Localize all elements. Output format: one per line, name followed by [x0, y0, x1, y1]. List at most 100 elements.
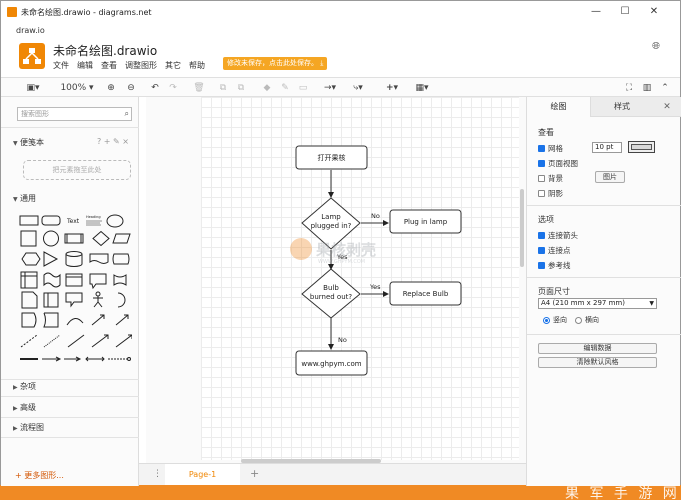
- waypoints-icon[interactable]: ⤷▾: [347, 81, 369, 95]
- textbox-lines: [86, 220, 102, 226]
- arc-shape: [117, 292, 126, 308]
- page-view-checkbox[interactable]: 页面视图: [538, 158, 578, 169]
- connector-end: [127, 357, 131, 361]
- search-input[interactable]: 搜索图形 ⌕: [17, 107, 132, 121]
- corner-watermark: 果 军 手 游 网: [565, 486, 680, 500]
- pages-menu-icon[interactable]: ⋮: [153, 469, 162, 479]
- section-flowchart[interactable]: ▶ 流程图: [13, 422, 44, 433]
- node-action2[interactable]: Replace Bulb: [389, 281, 462, 306]
- vertical-scrollbar[interactable]: [520, 189, 524, 267]
- fullscreen-icon[interactable]: ⛶: [623, 81, 635, 95]
- landscape-radio[interactable]: 横向: [575, 315, 599, 325]
- clear-default-style-button[interactable]: 清除默认风格: [538, 357, 657, 368]
- diagram-canvas[interactable]: 打开果核 Lamp plugged in? Plug in lamp Bulb bu…: [146, 97, 526, 463]
- zoom-select[interactable]: 100% ▾: [59, 81, 95, 95]
- to-front-icon[interactable]: ⧉: [217, 81, 229, 95]
- dashed-line-shape: [20, 334, 38, 348]
- search-icon[interactable]: ⌕: [125, 108, 129, 120]
- shadow-icon[interactable]: ▭: [297, 81, 309, 95]
- menu-extras[interactable]: 其它: [165, 60, 181, 71]
- ellipse-shape: [106, 214, 124, 228]
- chevron-right-icon: ▶: [13, 405, 18, 412]
- speech-bubble-shape: [65, 292, 83, 308]
- more-shapes-button[interactable]: + 更多图形...: [15, 470, 64, 481]
- redo-icon[interactable]: ↷: [167, 81, 179, 95]
- watermark-url: WWW.GHPYM.COM: [318, 259, 365, 265]
- tab-page-1[interactable]: Page-1: [165, 464, 240, 485]
- collapse-icon[interactable]: ⌃: [659, 81, 671, 95]
- section-misc[interactable]: ▶ 杂项: [13, 381, 36, 392]
- guides-checkbox[interactable]: 参考线: [538, 260, 571, 271]
- section-scratchpad[interactable]: ▼ 便笺本: [13, 137, 44, 148]
- menu-arrange[interactable]: 调整图形: [125, 60, 157, 71]
- background-checkbox[interactable]: 背景: [538, 173, 563, 184]
- checkbox-checked-icon: [538, 232, 545, 239]
- portrait-radio[interactable]: 竖向: [543, 315, 567, 325]
- bidirectional-arrow-shape: [91, 314, 105, 326]
- background-image-button[interactable]: 图片: [595, 171, 625, 183]
- zoom-out-icon[interactable]: ⊖: [125, 81, 137, 95]
- undo-icon[interactable]: ↶: [149, 81, 161, 95]
- guides-label: 参考线: [548, 261, 571, 270]
- maximize-icon[interactable]: ☐: [618, 5, 632, 19]
- node-end[interactable]: www.ghpym.com: [295, 350, 368, 376]
- section-advanced[interactable]: ▶ 高级: [13, 402, 36, 413]
- diagram-page[interactable]: 打开果核 Lamp plugged in? Plug in lamp Bulb bu…: [201, 97, 519, 460]
- scratchpad-drop-zone[interactable]: 把元素拖至此处: [23, 160, 131, 180]
- curve-shape: [66, 318, 84, 326]
- minimize-icon[interactable]: —: [589, 5, 603, 19]
- document-shape: [89, 253, 109, 264]
- insert-icon[interactable]: +▾: [381, 81, 403, 95]
- grid-checkbox[interactable]: 网格: [538, 143, 563, 154]
- shadow-checkbox[interactable]: 阴影: [538, 188, 563, 199]
- globe-icon[interactable]: 🌐︎: [652, 41, 660, 52]
- scratchpad-tools[interactable]: ? + ✎ ×: [97, 137, 129, 146]
- menu-help[interactable]: 帮助: [189, 60, 205, 71]
- misc-label: 杂项: [20, 382, 36, 391]
- cylinder-shape: [65, 251, 83, 267]
- zoom-in-icon[interactable]: ⊕: [105, 81, 117, 95]
- flowchart-diagram[interactable]: 打开果核 Lamp plugged in? Plug in lamp Bulb bu…: [201, 97, 519, 460]
- divider: [527, 277, 681, 278]
- close-panel-icon[interactable]: ✕: [653, 97, 681, 117]
- edge-label-yes2: Yes: [369, 283, 381, 291]
- connection-icon[interactable]: →▾: [319, 81, 341, 95]
- node-decision2[interactable]: Bulb burned out?: [301, 268, 361, 319]
- format-panel-icon[interactable]: ▥: [641, 81, 653, 95]
- line-color-icon[interactable]: ✎: [279, 81, 291, 95]
- edit-data-button[interactable]: 编辑数据: [538, 343, 657, 354]
- save-notice-label: 修改未保存，点击此处保存。: [227, 59, 318, 67]
- grid-size-input[interactable]: 10 pt: [592, 142, 622, 153]
- document-title[interactable]: 未命名绘图.drawio: [53, 42, 157, 59]
- fill-color-icon[interactable]: ◆: [261, 81, 273, 95]
- download-icon: ⤓: [320, 59, 324, 67]
- node-action1[interactable]: Plug in lamp: [389, 209, 462, 234]
- grid-color-button[interactable]: [628, 141, 655, 153]
- connection-arrows-checkbox[interactable]: 连接箭头: [538, 230, 578, 241]
- delete-icon[interactable]: 🗑︎: [193, 81, 205, 95]
- to-back-icon[interactable]: ⧉: [235, 81, 247, 95]
- add-page-icon[interactable]: +: [250, 467, 259, 480]
- panel-layout-icon[interactable]: ▣▾: [23, 81, 43, 95]
- save-notice-button[interactable]: 修改未保存，点击此处保存。 ⤓: [223, 57, 328, 70]
- menu-view[interactable]: 查看: [101, 60, 117, 71]
- node-start[interactable]: 打开果核: [295, 145, 368, 170]
- arrow-shape: [115, 314, 129, 326]
- page-size-select[interactable]: A4 (210 mm x 297 mm) ▼: [538, 298, 657, 309]
- toolbar: ▣▾ 100% ▾ ⊕ ⊖ ↶ ↷ 🗑︎ ⧉ ⧉ ◆ ✎ ▭ →▾ ⤷▾ +▾ …: [1, 77, 680, 97]
- tab-diagram[interactable]: 绘图: [527, 97, 590, 117]
- close-icon[interactable]: ✕: [647, 5, 661, 19]
- shapes-sidebar: 搜索图形 ⌕ ▼ 便笺本 ? + ✎ × 把元素拖至此处 ▼ 通用 Text Hea…: [1, 97, 139, 486]
- chevron-right-icon: ▶: [13, 425, 18, 432]
- menu-edit[interactable]: 编辑: [77, 60, 93, 71]
- shape-palette[interactable]: Text Heading: [18, 213, 132, 365]
- section-general[interactable]: ▼ 通用: [13, 193, 36, 204]
- tab-style[interactable]: 样式: [590, 97, 653, 117]
- options-section-label: 选项: [538, 215, 554, 224]
- grid-label: 网格: [548, 144, 563, 153]
- connection-points-checkbox[interactable]: 连接点: [538, 245, 571, 256]
- line-shape: [67, 334, 85, 348]
- view-section-label: 查看: [538, 128, 554, 137]
- menu-file[interactable]: 文件: [53, 60, 69, 71]
- table-icon[interactable]: ▦▾: [411, 81, 433, 95]
